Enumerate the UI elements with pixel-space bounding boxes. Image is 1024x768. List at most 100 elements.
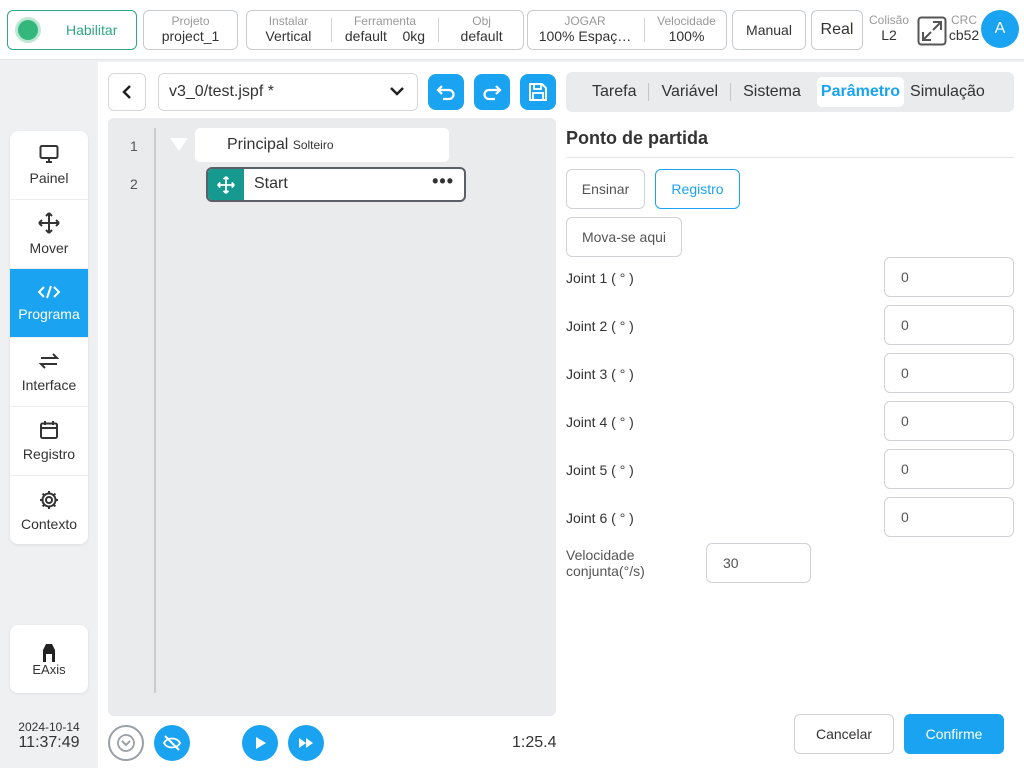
project-selector[interactable]: Projeto project_1 xyxy=(143,10,238,50)
velocity-label-line: Velocidade xyxy=(566,547,635,563)
calendar-icon xyxy=(40,421,58,439)
code-icon xyxy=(38,285,60,299)
fast-forward-button[interactable] xyxy=(288,725,324,761)
redo-button[interactable] xyxy=(474,74,510,110)
date-text: 2024-10-14 xyxy=(18,720,80,734)
sidebar-item-registro[interactable]: Registro xyxy=(10,407,88,476)
jog-title: JOGAR xyxy=(564,14,606,28)
back-button[interactable] xyxy=(108,73,146,111)
collision-value: L2 xyxy=(881,27,897,43)
play-icon xyxy=(256,737,266,749)
line-number: 2 xyxy=(130,176,138,192)
sidebar-item-label: Mover xyxy=(29,240,69,256)
avatar[interactable]: A xyxy=(981,10,1019,48)
move-node-icon xyxy=(208,169,244,200)
breakpoint-toggle-button[interactable] xyxy=(154,725,190,761)
install-cell[interactable]: Instalar Vertical xyxy=(248,11,328,49)
sidebar-item-label: Interface xyxy=(21,377,77,393)
obj-value: default xyxy=(460,28,503,44)
tree-node-principal[interactable]: Principal Solteiro xyxy=(195,128,449,162)
joint-6-input[interactable]: 0 xyxy=(884,497,1014,537)
redo-icon xyxy=(483,85,502,101)
jog-speed-group[interactable]: JOGAR 100% Espaç… Velocidade 100% xyxy=(527,10,727,50)
eaxis-icon xyxy=(43,643,55,662)
record-button[interactable]: Registro xyxy=(655,169,740,209)
tab-simulacao[interactable]: Simulação xyxy=(904,77,991,107)
play-button[interactable] xyxy=(242,725,278,761)
tree-gutter xyxy=(154,128,156,693)
enable-button[interactable]: Habilitar xyxy=(7,10,137,50)
speed-cell[interactable]: Velocidade 100% xyxy=(649,11,724,49)
jog-value: 100% Espaç… xyxy=(538,28,632,44)
joint-3-input[interactable]: 0 xyxy=(884,353,1014,393)
tree-node-start[interactable]: Start ••• xyxy=(206,167,466,202)
sidebar-item-interface[interactable]: Interface xyxy=(10,338,88,407)
joint-label: Joint 2 ( ° ) xyxy=(566,318,634,334)
confirm-button[interactable]: Confirme xyxy=(904,714,1004,754)
install-tool-obj-group[interactable]: Instalar Vertical Ferramenta default 0kg… xyxy=(246,10,524,50)
sidebar-item-label: Registro xyxy=(22,446,76,462)
joint-2-input[interactable]: 0 xyxy=(884,305,1014,345)
crc-display: CRC cb52 xyxy=(946,14,982,44)
time-text: 11:37:49 xyxy=(18,734,80,751)
jog-cell[interactable]: JOGAR 100% Espaç… xyxy=(530,11,640,49)
divider xyxy=(644,18,645,42)
joint-label: Joint 4 ( ° ) xyxy=(566,414,634,430)
tab-parametro[interactable]: Parâmetro xyxy=(816,77,905,107)
tool-cell[interactable]: Ferramenta default 0kg xyxy=(335,11,435,49)
joint-4-input[interactable]: 0 xyxy=(884,401,1014,441)
swap-icon xyxy=(38,353,60,369)
joint-velocity-input[interactable]: 30 xyxy=(706,543,811,583)
panel-tabs: Tarefa Variável Sistema Parâmetro Simula… xyxy=(566,72,1014,112)
tab-variavel[interactable]: Variável xyxy=(649,77,730,107)
more-icon[interactable]: ••• xyxy=(432,171,454,192)
node-label: Principal xyxy=(227,136,289,153)
sidebar-item-programa[interactable]: Programa xyxy=(10,269,88,338)
eaxis-button[interactable]: EAxis xyxy=(10,625,88,693)
teach-button[interactable]: Ensinar xyxy=(566,169,645,209)
manual-mode-button[interactable]: Manual xyxy=(732,10,806,50)
cancel-button[interactable]: Cancelar xyxy=(794,714,894,754)
collapse-triangle-icon[interactable] xyxy=(170,138,188,151)
node-label: Start xyxy=(254,175,288,192)
collision-level[interactable]: Colisão L2 xyxy=(868,14,910,44)
sidebar-item-contexto[interactable]: Contexto xyxy=(10,476,88,544)
top-bar: Habilitar Projeto project_1 Instalar Ver… xyxy=(0,0,1024,60)
enable-status-icon xyxy=(18,20,38,40)
tool-title: Ferramenta xyxy=(353,14,416,28)
divider xyxy=(437,18,439,42)
undo-icon xyxy=(436,85,455,101)
expand-icon[interactable] xyxy=(917,16,947,46)
move-icon xyxy=(38,212,60,234)
install-title: Instalar xyxy=(268,14,309,28)
gear-icon xyxy=(40,490,58,509)
file-selector[interactable]: v3_0/test.jspf * xyxy=(158,73,418,111)
joint-5-input[interactable]: 0 xyxy=(884,449,1014,489)
tool-value: default 0kg xyxy=(344,28,426,44)
datetime: 2024-10-14 11:37:49 xyxy=(10,720,88,752)
step-button[interactable] xyxy=(108,725,144,761)
node-sub-label: Solteiro xyxy=(292,138,334,152)
eaxis-label: EAxis xyxy=(32,661,66,677)
speed-value: 100% xyxy=(668,28,705,44)
joint-label: Joint 6 ( ° ) xyxy=(566,510,634,526)
move-here-button[interactable]: Mova-se aqui xyxy=(566,217,682,257)
sidebar: Painel Mover Programa Interface Registro… xyxy=(10,131,88,544)
divider xyxy=(566,157,1014,158)
collision-title: Colisão xyxy=(868,13,910,27)
joint-1-input[interactable]: 0 xyxy=(884,257,1014,297)
sidebar-item-painel[interactable]: Painel xyxy=(10,131,88,200)
undo-button[interactable] xyxy=(428,74,464,110)
tab-sistema[interactable]: Sistema xyxy=(731,77,813,107)
real-mode-button[interactable]: Real xyxy=(811,10,863,50)
file-name: v3_0/test.jspf * xyxy=(169,83,274,100)
obj-cell[interactable]: Obj default xyxy=(442,11,522,49)
project-title: Projeto xyxy=(171,14,210,28)
sidebar-item-label: Painel xyxy=(29,170,69,186)
velocity-label-line: conjunta(°/s) xyxy=(566,563,645,579)
sidebar-item-label: Contexto xyxy=(20,515,78,532)
joint-velocity-label: Velocidade conjunta(°/s) xyxy=(566,547,645,579)
tab-tarefa[interactable]: Tarefa xyxy=(580,77,648,107)
sidebar-item-mover[interactable]: Mover xyxy=(10,200,88,269)
save-button[interactable] xyxy=(520,74,556,110)
